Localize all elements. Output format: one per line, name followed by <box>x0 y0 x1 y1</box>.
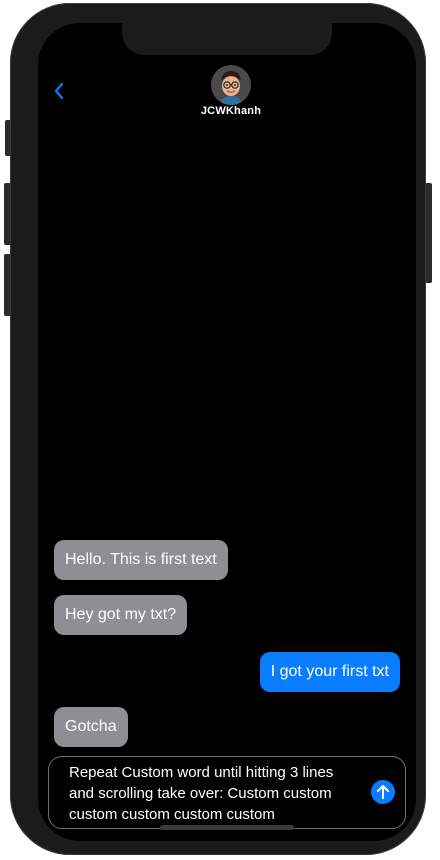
arrow-up-icon <box>377 785 389 799</box>
message-bubble-received[interactable]: Gotcha <box>54 707 128 747</box>
send-button[interactable] <box>371 780 395 804</box>
contact-name[interactable]: JCWKhanh <box>178 105 284 117</box>
message-bubble-received[interactable]: Hello. This is first text <box>54 540 228 580</box>
message-bubble-received[interactable]: Hey got my txt? <box>54 595 188 635</box>
message-input-text[interactable]: Repeat Custom word until hitting 3 lines… <box>69 762 359 825</box>
power-button <box>425 183 432 283</box>
notch <box>122 23 332 55</box>
contact-avatar[interactable] <box>211 65 251 105</box>
back-button[interactable] <box>50 79 72 103</box>
messages-screen: JCWKhanh Hello. This is first text Hey g… <box>38 23 416 841</box>
memoji-avatar-icon <box>211 65 251 105</box>
message-input-field[interactable]: Repeat Custom word until hitting 3 lines… <box>48 756 406 829</box>
phone-frame: JCWKhanh Hello. This is first text Hey g… <box>10 3 426 855</box>
chevron-left-icon <box>54 82 64 100</box>
home-indicator[interactable] <box>160 825 294 830</box>
message-bubble-sent[interactable]: I got your first txt <box>259 652 400 692</box>
